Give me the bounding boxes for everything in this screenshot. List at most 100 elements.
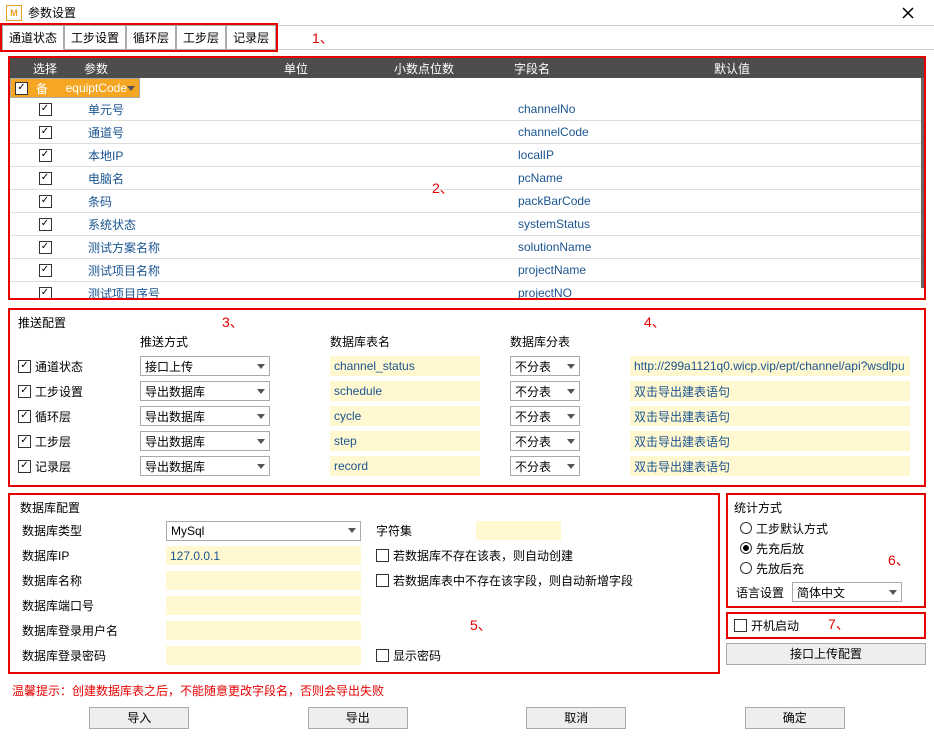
row-checkbox[interactable] [39,172,52,185]
col-select: 选择 [10,58,80,79]
push-row: 循环层导出数据库cycle不分表双击导出建表语句 [14,404,916,428]
charset-input[interactable] [476,521,561,540]
row-checkbox[interactable] [39,287,52,299]
annotation-6: 6、 [888,550,910,570]
push-split-select[interactable]: 不分表 [510,406,580,426]
push-table-name[interactable]: cycle [330,406,480,426]
tabs-row: 通道状态 工步设置 循环层 工步层 记录层 1、 [0,26,934,50]
table-row[interactable]: 本地IPlocalIP [10,144,924,167]
param-grid: 2、 选择 参数 单位 小数点位数 字段名 默认值 设备号equiptCode单… [8,56,926,300]
db-ip-label: 数据库IP [16,547,166,564]
table-row[interactable]: 系统状态systemStatus [10,213,924,236]
push-headers: 推送方式 数据库表名 数据库分表 [14,333,916,350]
push-method-select[interactable]: 导出数据库 [140,456,270,476]
table-row[interactable]: 电脑名pcName [10,167,924,190]
push-checkbox[interactable] [18,410,31,423]
close-button[interactable] [888,0,928,26]
row-param: 测试项目序号 [80,285,280,299]
import-button[interactable]: 导入 [89,707,189,729]
ok-button[interactable]: 确定 [745,707,845,729]
db-type-select[interactable]: MySql [166,521,361,541]
grid-body[interactable]: 设备号equiptCode单元号channelNo 通道号 channelCode 本… [10,78,924,298]
db-user-input[interactable] [166,621,361,640]
grid-scrollbar[interactable] [921,78,924,288]
row-checkbox[interactable] [39,195,52,208]
push-method-select[interactable]: 导出数据库 [140,431,270,451]
push-row: 通道状态 接口上传 channel_status 不分表 http://299a1121… [14,354,916,378]
boot-checkbox[interactable] [734,619,747,632]
push-config-title: 推送配置 [14,314,916,331]
db-pwd-label: 数据库登录密码 [16,647,166,664]
push-checkbox[interactable] [18,460,31,473]
push-split-select[interactable]: 不分表 [510,456,580,476]
row-field: packBarCode [510,194,710,208]
table-row[interactable]: 单元号channelNo [10,98,924,121]
row-checkbox[interactable] [39,241,52,254]
push-extra[interactable]: 双击导出建表语句 [630,406,910,426]
push-checkbox[interactable] [18,385,31,398]
boot-panel: 7、 开机启动 [726,612,926,639]
table-row[interactable]: 测试项目序号projectNO [10,282,924,298]
row-field: channelCode [510,125,710,139]
push-method-select[interactable]: 接口上传 [140,356,270,376]
interface-upload-config-button[interactable]: 接口上传配置 [726,643,926,665]
row-checkbox[interactable] [39,264,52,277]
db-pwd-input[interactable] [166,646,361,665]
push-checkbox[interactable] [18,360,31,373]
push-method-select[interactable]: 导出数据库 [140,381,270,401]
export-button[interactable]: 导出 [308,707,408,729]
push-row: 工步层导出数据库step不分表双击导出建表语句 [14,429,916,453]
table-row[interactable]: 测试方案名称solutionName [10,236,924,259]
lang-select[interactable]: 简体中文 [792,582,902,602]
stat-radio[interactable] [740,562,752,574]
push-table-name[interactable]: record [330,456,480,476]
push-split-select[interactable]: 不分表 [510,381,580,401]
table-row[interactable]: 条码 packBarCode [10,190,924,213]
stat-radio[interactable] [740,522,752,534]
tabs-container: 通道状态 工步设置 循环层 工步层 记录层 [0,23,278,52]
show-pwd-checkbox[interactable] [376,649,389,662]
push-extra[interactable]: http://299a1121q0.wicp.vip/ept/channel/a… [630,356,910,376]
show-pwd-label: 显示密码 [393,647,441,664]
push-extra[interactable]: 双击导出建表语句 [630,381,910,401]
push-split-select[interactable]: 不分表 [510,356,580,376]
push-extra[interactable]: 双击导出建表语句 [630,456,910,476]
tab-cycle-layer[interactable]: 循环层 [126,25,176,50]
push-label: 工步设置 [35,383,83,400]
row-field: localIP [510,148,710,162]
push-label: 通道状态 [35,358,83,375]
auto-create-table-checkbox[interactable] [376,549,389,562]
push-method-select[interactable]: 导出数据库 [140,406,270,426]
tab-step-setting[interactable]: 工步设置 [64,25,126,50]
push-table-name[interactable]: step [330,431,480,451]
stat-option-label: 工步默认方式 [756,520,828,537]
db-port-input[interactable] [166,596,361,615]
push-extra[interactable]: 双击导出建表语句 [630,431,910,451]
auto-add-col-checkbox[interactable] [376,574,389,587]
row-param: 条码 [80,193,280,210]
db-name-input[interactable] [166,571,361,590]
stat-radio[interactable] [740,542,752,554]
cancel-button[interactable]: 取消 [526,707,626,729]
table-row[interactable]: 设备号equiptCode [10,78,140,98]
tab-channel-status[interactable]: 通道状态 [2,25,64,50]
push-table-name[interactable]: schedule [330,381,480,401]
row-field: equiptCode [58,81,127,95]
row-checkbox[interactable] [15,82,28,95]
boot-label: 开机启动 [751,617,799,634]
row-checkbox[interactable] [39,218,52,231]
row-checkbox[interactable] [39,126,52,139]
push-table-name[interactable]: channel_status [330,356,480,376]
table-row[interactable]: 测试项目名称projectName [10,259,924,282]
stat-panel: 6、 统计方式 工步默认方式先充后放先放后充 语言设置 简体中文 [726,493,926,608]
table-row[interactable]: 通道号 channelCode [10,121,924,144]
push-header-method: 推送方式 [140,333,330,350]
row-param: 通道号 [80,124,280,141]
tab-step-layer[interactable]: 工步层 [176,25,226,50]
push-split-select[interactable]: 不分表 [510,431,580,451]
tab-record-layer[interactable]: 记录层 [226,25,276,50]
push-checkbox[interactable] [18,435,31,448]
db-ip-input[interactable] [166,546,361,565]
row-checkbox[interactable] [39,103,52,116]
row-checkbox[interactable] [39,149,52,162]
